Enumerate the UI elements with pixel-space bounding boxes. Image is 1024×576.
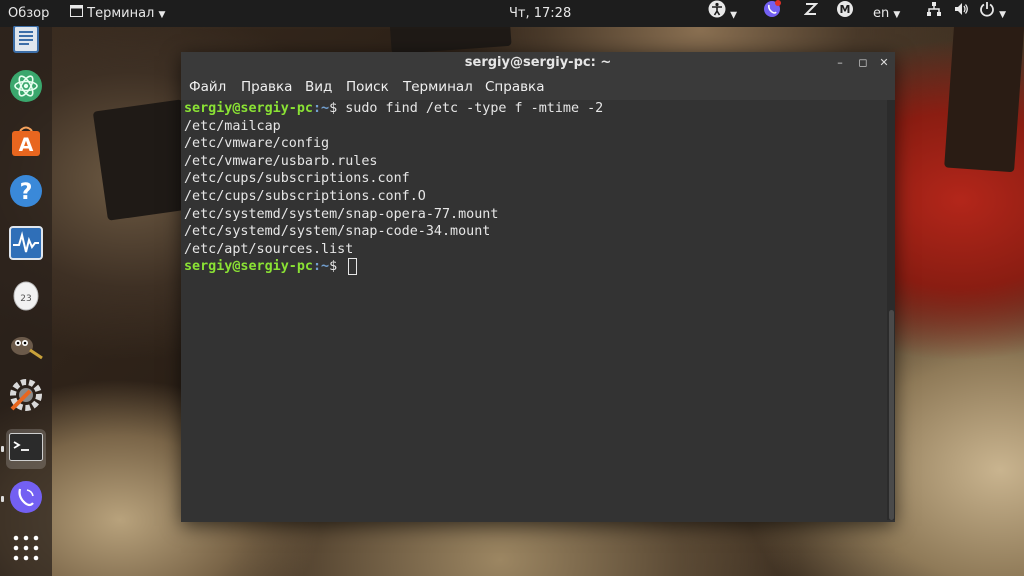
- prompt-path: :~: [313, 101, 330, 116]
- document-viewer-icon: [11, 25, 41, 58]
- accessibility-menu[interactable]: ▼: [708, 0, 737, 27]
- dock-terminal[interactable]: [6, 429, 46, 469]
- prompt-path: :~: [313, 259, 330, 275]
- svg-text:23: 23: [20, 294, 31, 304]
- svg-text:?: ?: [20, 180, 33, 205]
- system-monitor-icon: [9, 226, 43, 264]
- language-label: en: [873, 6, 890, 21]
- menu-file[interactable]: Файл: [189, 74, 226, 100]
- dock-atom[interactable]: [6, 68, 46, 108]
- prompt-symbol: $: [329, 101, 346, 116]
- menu-help[interactable]: Справка: [485, 74, 544, 100]
- terminal-small-icon: [70, 0, 83, 27]
- menu-edit[interactable]: Правка: [241, 74, 292, 100]
- maximize-icon[interactable]: ◻: [854, 52, 872, 74]
- close-icon[interactable]: ✕: [875, 52, 893, 74]
- help-icon: ?: [9, 174, 43, 212]
- scrollbar-thumb[interactable]: [889, 310, 894, 520]
- dock-app-grid[interactable]: [6, 530, 46, 570]
- viber-tray-icon[interactable]: [763, 0, 781, 27]
- dock: A ? 23: [0, 25, 52, 576]
- window-titlebar[interactable]: sergiy@sergiy-pc: ~ – ◻ ✕: [181, 52, 895, 74]
- mail-tray-icon[interactable]: M: [836, 0, 854, 27]
- software-center-icon: A: [9, 123, 43, 161]
- terminal-window: sergiy@sergiy-pc: ~ – ◻ ✕ Файл Правка Ви…: [181, 52, 895, 522]
- dock-help[interactable]: ?: [6, 173, 46, 213]
- viber-icon: [9, 480, 43, 518]
- dock-settings[interactable]: [6, 377, 46, 417]
- active-prompt-line: sergiy@sergiy-pc:~$: [184, 258, 358, 276]
- output-line: /etc/systemd/system/snap-code-34.mount: [184, 224, 491, 240]
- running-indicator: [1, 496, 4, 502]
- running-indicator: [1, 446, 4, 452]
- settings-icon: [8, 377, 44, 417]
- output-line: /etc/apt/sources.list: [184, 241, 354, 257]
- menu-terminal[interactable]: Терминал: [403, 74, 473, 100]
- output-line: /etc/systemd/system/snap-opera-77.mount: [184, 206, 499, 222]
- command-text: sudo find /etc -type f -mtime -2: [345, 101, 604, 116]
- dock-system-monitor[interactable]: [6, 225, 46, 265]
- menu-view[interactable]: Вид: [305, 74, 332, 100]
- svg-text:M: M: [840, 3, 851, 16]
- prompt-user: sergiy@sergiy-pc: [184, 101, 313, 116]
- dock-software-center[interactable]: A: [6, 122, 46, 162]
- gimp-icon: [8, 328, 44, 366]
- chevron-down-icon: ▼: [999, 10, 1007, 20]
- command-line: sergiy@sergiy-pc:~$ sudo find /etc -type…: [184, 100, 603, 118]
- power-menu[interactable]: ▼: [979, 0, 1006, 27]
- dock-egg-app[interactable]: 23: [6, 276, 46, 316]
- language-menu[interactable]: en ▼: [873, 0, 900, 27]
- chevron-down-icon: ▼: [730, 10, 738, 21]
- app-menu[interactable]: Терминал ▼: [70, 0, 165, 27]
- output-line: /etc/vmware/config: [184, 136, 330, 152]
- egg-app-icon: 23: [11, 277, 41, 315]
- terminal-output[interactable]: sergiy@sergiy-pc:~$ sudo find /etc -type…: [184, 100, 884, 520]
- prompt-user: sergiy@sergiy-pc: [184, 259, 313, 275]
- app-menu-label: Терминал: [87, 6, 155, 21]
- sync-tray-icon[interactable]: [803, 0, 819, 27]
- menu-search[interactable]: Поиск: [346, 74, 389, 100]
- text-cursor: [348, 258, 358, 276]
- top-panel: Обзор Терминал ▼ Чт, 17:28 ▼ M en ▼ ▼: [0, 0, 1024, 27]
- output-line: /etc/mailcap: [184, 118, 281, 134]
- dock-viber[interactable]: [6, 479, 46, 519]
- dock-document-viewer[interactable]: [6, 25, 46, 58]
- output-line: /etc/cups/subscriptions.conf: [184, 171, 410, 187]
- accessibility-icon: [708, 0, 726, 28]
- chevron-down-icon: ▼: [158, 10, 166, 20]
- output-line: /etc/cups/subscriptions.conf.O: [184, 189, 426, 204]
- activities-button[interactable]: Обзор: [8, 0, 49, 27]
- prompt-symbol: $: [329, 259, 346, 275]
- terminal-icon: [9, 433, 43, 465]
- svg-text:A: A: [19, 134, 34, 156]
- menubar: Файл Правка Вид Поиск Терминал Справка: [181, 74, 895, 100]
- network-icon[interactable]: [926, 0, 942, 27]
- window-title: sergiy@sergiy-pc: ~: [464, 55, 612, 70]
- dock-gimp[interactable]: [6, 327, 46, 367]
- app-grid-icon: [12, 534, 40, 566]
- clock[interactable]: Чт, 17:28: [509, 0, 571, 27]
- power-icon: [979, 0, 995, 27]
- atom-icon: [9, 69, 43, 107]
- volume-icon[interactable]: [953, 0, 969, 27]
- output-line: /etc/vmware/usbarb.rules: [184, 153, 378, 169]
- minimize-icon[interactable]: –: [831, 52, 849, 74]
- chevron-down-icon: ▼: [893, 10, 901, 20]
